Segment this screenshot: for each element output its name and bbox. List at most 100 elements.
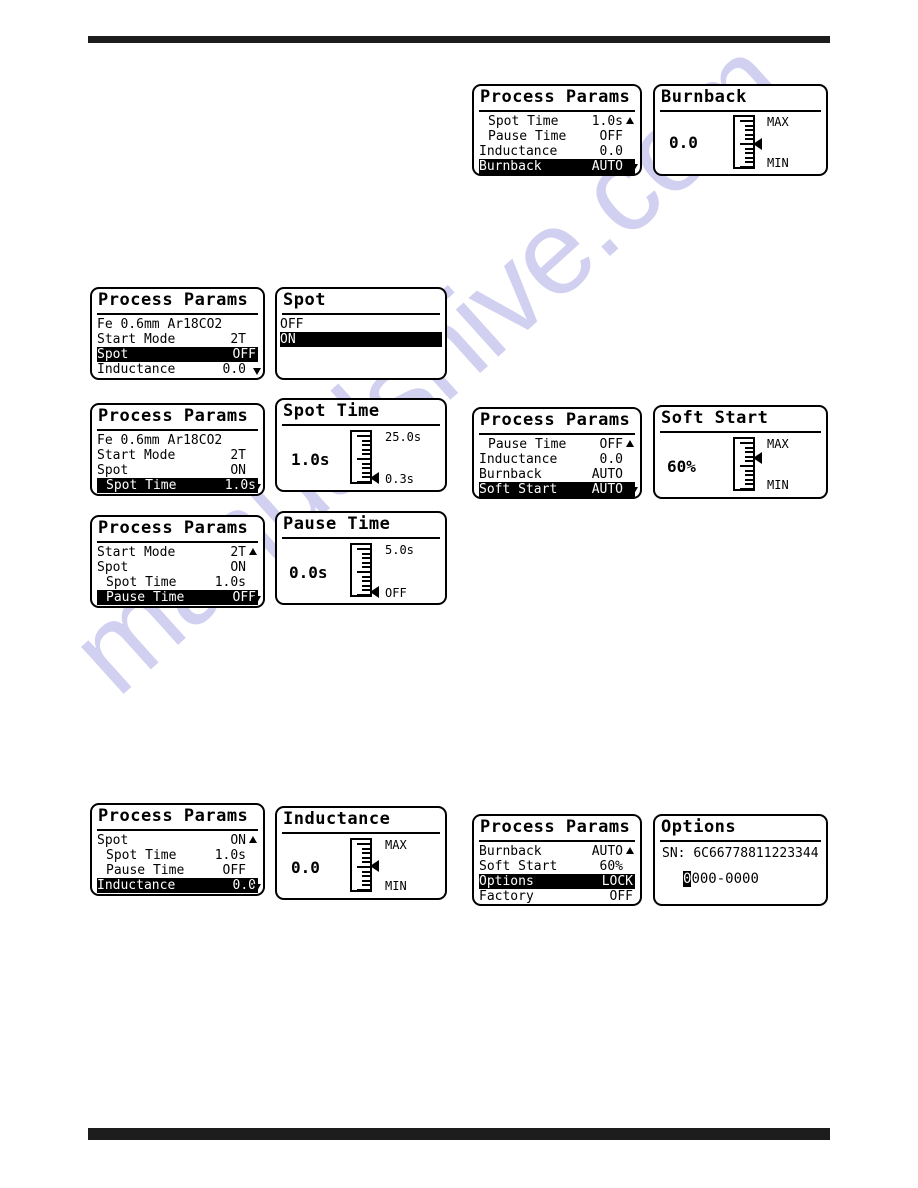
menu-list[interactable]: Spot ON Spot Time 1.0s Pause Time OFF In… <box>97 833 258 893</box>
menu-row[interactable]: Fe 0.6mm Ar18CO2 <box>97 317 258 332</box>
gauge-tick <box>357 843 370 845</box>
gauge-tick <box>745 129 753 132</box>
gauge-tick <box>740 143 753 145</box>
menu-row[interactable]: Pause Time OFF <box>97 863 258 878</box>
screen-spot-time-detail[interactable]: Spot Time 1.0s 25.0s 0.3s <box>275 398 447 492</box>
screen-burnback-detail[interactable]: Burnback 0.0 MAX MIN <box>653 84 828 176</box>
row-label: Inductance <box>97 878 176 893</box>
gauge-value: 0.0 <box>291 858 320 877</box>
menu-row-selected[interactable]: Pause Time OFF <box>97 590 258 605</box>
scroll-down-arrow-icon[interactable] <box>253 884 261 891</box>
scroll-up-arrow-icon[interactable] <box>626 440 634 447</box>
menu-row[interactable]: Factory OFF <box>479 889 635 904</box>
gauge-pointer-icon[interactable] <box>753 138 762 150</box>
gauge[interactable]: 0.0s 5.0s OFF <box>277 541 445 603</box>
menu-list[interactable]: Fe 0.6mm Ar18CO2 Start Mode 2T Spot OFF … <box>97 317 258 377</box>
scroll-down-arrow-icon[interactable] <box>253 596 261 603</box>
screen-inductance-detail[interactable]: Inductance 0.0 MAX MIN <box>275 806 447 900</box>
gauge-min-label: 0.3s <box>385 472 414 486</box>
menu-list[interactable]: Spot Time 1.0s Pause Time OFF Inductance… <box>479 114 635 174</box>
scroll-down-arrow-icon[interactable] <box>630 164 638 171</box>
gauge-pointer-icon[interactable] <box>753 452 762 464</box>
option-item-selected[interactable]: ON <box>280 332 442 347</box>
row-label: Pause Time <box>488 437 567 452</box>
gauge-pointer-icon[interactable] <box>370 472 379 484</box>
row-value: OFF <box>232 347 256 362</box>
screen-inductance-menu[interactable]: Process Params Spot ON Spot Time 1.0s Pa… <box>90 803 265 896</box>
scroll-up-arrow-icon[interactable] <box>249 548 257 555</box>
gauge-max-label: MAX <box>385 838 407 852</box>
menu-row[interactable]: Soft Start 60% <box>479 859 635 874</box>
menu-row[interactable]: Start Mode 2T <box>97 332 258 347</box>
menu-list[interactable]: Start Mode 2T Spot ON Spot Time 1.0s Pau… <box>97 545 258 605</box>
menu-row[interactable]: Spot Time 1.0s <box>479 114 635 129</box>
title-divider <box>97 429 258 431</box>
screen-spot-menu[interactable]: Process Params Fe 0.6mm Ar18CO2 Start Mo… <box>90 287 265 380</box>
menu-row-selected[interactable]: Spot Time 1.0s <box>97 478 258 493</box>
option-item[interactable]: OFF <box>280 317 442 332</box>
gauge-tick <box>362 471 370 474</box>
menu-row[interactable]: Spot Time 1.0s <box>97 848 258 863</box>
gauge-tick <box>357 481 370 483</box>
gauge[interactable]: 60% MAX MIN <box>655 435 826 497</box>
scroll-up-arrow-icon[interactable] <box>626 847 634 854</box>
screen-title: Burnback <box>661 87 747 107</box>
menu-row[interactable]: Pause Time OFF <box>479 437 635 452</box>
menu-row-selected[interactable]: Soft Start AUTO <box>479 482 635 497</box>
menu-row[interactable]: Inductance 0.0 <box>479 452 635 467</box>
menu-row-selected[interactable]: Inductance 0.0 <box>97 878 258 893</box>
screen-options-menu[interactable]: Process Params Burnback AUTO Soft Start … <box>472 814 642 906</box>
menu-row[interactable]: Inductance 0.0 <box>97 362 258 377</box>
row-label: Spot Time <box>106 575 177 590</box>
gauge[interactable]: 0.0 MAX MIN <box>277 836 445 898</box>
menu-row-selected[interactable]: Spot OFF <box>97 347 258 362</box>
scroll-down-arrow-icon[interactable] <box>630 487 638 494</box>
screen-spot-time-menu[interactable]: Process Params Fe 0.6mm Ar18CO2 Start Mo… <box>90 403 265 496</box>
title-divider <box>97 313 258 315</box>
menu-row[interactable]: Spot ON <box>97 463 258 478</box>
menu-row[interactable]: Spot Time 1.0s <box>97 575 258 590</box>
option-list[interactable]: OFF ON <box>280 317 442 347</box>
gauge-pointer-icon[interactable] <box>370 586 379 598</box>
gauge[interactable]: 0.0 MAX MIN <box>655 112 826 174</box>
screen-pause-time-menu[interactable]: Process Params Start Mode 2T Spot ON Spo… <box>90 515 265 608</box>
gauge-tick <box>362 879 370 882</box>
menu-row[interactable]: Burnback AUTO <box>479 844 635 859</box>
screen-spot-list[interactable]: Spot OFF ON <box>275 287 447 380</box>
menu-list[interactable]: Pause Time OFF Inductance 0.0 Burnback A… <box>479 437 635 497</box>
scroll-up-arrow-icon[interactable] <box>249 836 257 843</box>
screen-pause-time-detail[interactable]: Pause Time 0.0s 5.0s OFF <box>275 511 447 605</box>
unlock-code-field[interactable]: 0000-0000 <box>683 871 759 887</box>
menu-row[interactable]: Fe 0.6mm Ar18CO2 <box>97 433 258 448</box>
gauge[interactable]: 1.0s 25.0s 0.3s <box>277 428 445 490</box>
gauge-tick <box>362 557 370 560</box>
gauge-tick <box>362 444 370 447</box>
gauge-pointer-icon[interactable] <box>370 860 379 872</box>
gauge-tick <box>362 575 370 578</box>
screen-options-detail[interactable]: Options SN: 6C66778811223344 0000-0000 <box>653 814 828 906</box>
menu-row-selected[interactable]: Options LOCK <box>479 874 635 889</box>
menu-row[interactable]: Start Mode 2T <box>97 448 258 463</box>
row-value: OFF <box>609 889 633 904</box>
menu-row[interactable]: Pause Time OFF <box>479 129 635 144</box>
serial-number-value: 6C66778811223344 <box>693 846 819 861</box>
scroll-down-arrow-icon[interactable] <box>253 484 261 491</box>
scroll-down-arrow-icon[interactable] <box>253 368 261 375</box>
menu-row[interactable]: Spot ON <box>97 833 258 848</box>
menu-row[interactable]: Inductance 0.0 <box>479 144 635 159</box>
gauge-tick <box>362 584 370 587</box>
gauge-tick <box>362 552 370 555</box>
menu-row[interactable]: Spot ON <box>97 560 258 575</box>
row-label: Burnback <box>479 467 542 482</box>
row-label: Fe 0.6mm Ar18CO2 <box>97 433 223 448</box>
menu-list[interactable]: Burnback AUTO Soft Start 60% Options LOC… <box>479 844 635 904</box>
screen-soft-start-menu[interactable]: Process Params Pause Time OFF Inductance… <box>472 407 642 499</box>
menu-row[interactable]: Burnback AUTO <box>479 467 635 482</box>
screen-soft-start-detail[interactable]: Soft Start 60% MAX MIN <box>653 405 828 499</box>
menu-row[interactable]: Start Mode 2T <box>97 545 258 560</box>
menu-row-selected[interactable]: Burnback AUTO <box>479 159 635 174</box>
gauge-tick <box>745 460 753 463</box>
scroll-up-arrow-icon[interactable] <box>626 117 634 124</box>
menu-list[interactable]: Fe 0.6mm Ar18CO2 Start Mode 2T Spot ON S… <box>97 433 258 493</box>
screen-burnback-menu[interactable]: Process Params Spot Time 1.0s Pause Time… <box>472 84 642 176</box>
